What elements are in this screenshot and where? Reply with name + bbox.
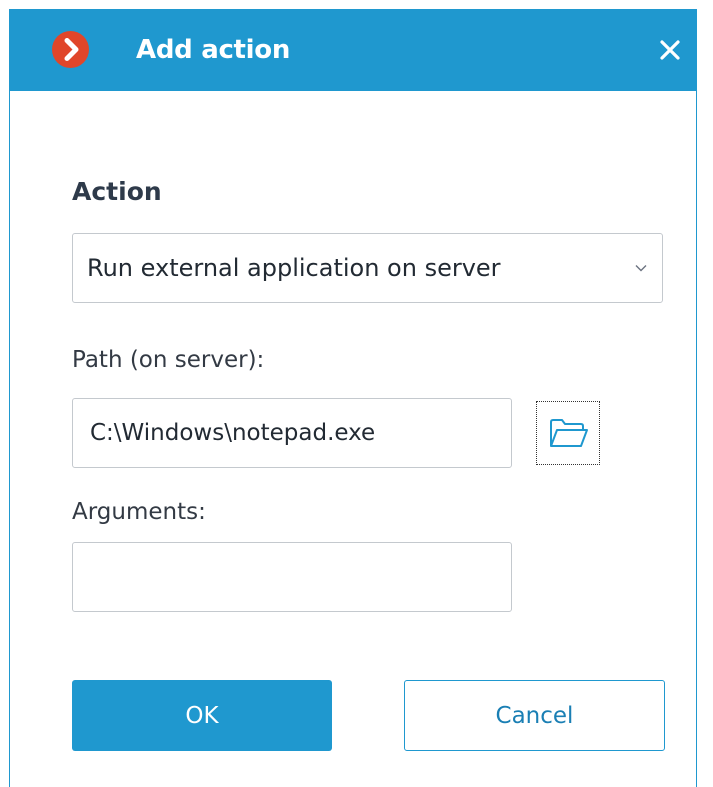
path-input[interactable] <box>72 398 512 468</box>
folder-open-icon <box>550 419 588 447</box>
action-select[interactable]: Run external application on server <box>72 233 663 303</box>
action-select-value: Run external application on server <box>87 254 501 282</box>
ok-button[interactable]: OK <box>72 680 332 751</box>
close-icon <box>660 40 680 60</box>
cancel-button[interactable]: Cancel <box>404 680 665 751</box>
chevron-down-icon <box>635 265 647 272</box>
dialog-title: Add action <box>136 35 291 65</box>
close-button[interactable] <box>656 36 684 64</box>
arguments-label: Arguments: <box>72 499 206 525</box>
action-label: Action <box>72 177 162 206</box>
add-action-dialog: Add action Action Run external applicati… <box>9 9 697 787</box>
browse-button[interactable] <box>536 401 600 465</box>
path-label: Path (on server): <box>72 347 265 373</box>
app-logo-icon <box>52 31 89 68</box>
dialog-titlebar: Add action <box>10 9 696 91</box>
arguments-input[interactable] <box>72 542 512 612</box>
